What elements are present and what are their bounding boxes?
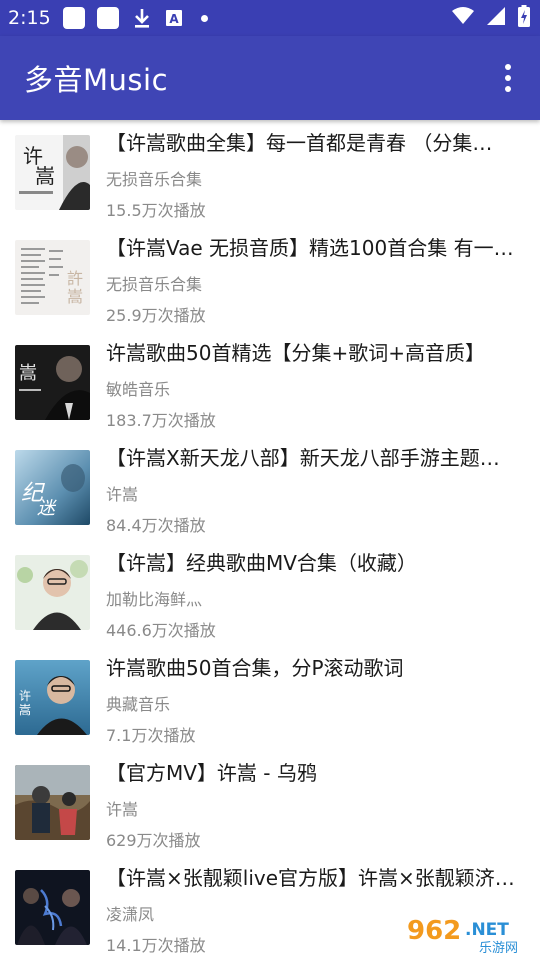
playlist-title: 许嵩歌曲50首合集，分P滚动歌词 — [106, 656, 404, 680]
play-count: 446.6万次播放 — [106, 621, 216, 640]
playlist-author: 加勒比海鲜灬 — [106, 590, 203, 609]
play-count: 7.1万次播放 — [106, 726, 196, 745]
playlist-author: 许嵩 — [106, 800, 139, 819]
playlist-title: 【官方MV】许嵩 - 乌鸦 — [106, 761, 317, 785]
svg-text:乐游网: 乐游网 — [479, 941, 518, 955]
playlist-title: 【许嵩】经典歌曲MV合集（收藏） — [106, 551, 417, 575]
playlist-title: 【许嵩歌曲全集】每一首都是青春 （分集… — [106, 131, 493, 155]
list-item[interactable]: 【官方MV】许嵩 - 乌鸦 许嵩 629万次播放 — [0, 750, 540, 855]
status-time: 2:15 — [8, 7, 51, 29]
playlist-cover: 纪 迷 — [15, 450, 90, 525]
playlist-author: 典藏音乐 — [106, 695, 171, 714]
list-item[interactable]: 许 嵩 许嵩歌曲50首合集，分P滚动歌词 典藏音乐 7.1万次播放 — [0, 645, 540, 750]
playlist-cover: 嵩 — [15, 345, 90, 420]
playlist-title: 许嵩歌曲50首精选【分集+歌词+高音质】 — [106, 341, 485, 365]
svg-text:嵩: 嵩 — [19, 363, 37, 384]
battery-icon — [518, 5, 530, 31]
play-count: 84.4万次播放 — [106, 516, 206, 535]
playlist-title: 【许嵩X新天龙八部】新天龙八部手游主题… — [106, 446, 500, 470]
status-bar: 2:15 A — [0, 0, 540, 36]
svg-text:嵩: 嵩 — [67, 287, 83, 306]
playlist-title: 【许嵩×张靓颖live官方版】许嵩×张靓颖济… — [106, 866, 515, 890]
svg-text:962: 962 — [407, 916, 461, 946]
playlist-author: 无损音乐合集 — [106, 275, 203, 294]
list-item[interactable]: 许 嵩 【许嵩歌曲全集】每一首都是青春 （分集… 无损音乐合集 15.5万次播放 — [0, 120, 540, 225]
watermark-logo: 962 .NET 乐游网 — [400, 910, 535, 956]
keyboard-a-icon: A — [165, 7, 183, 29]
playlist-author: 敏皓音乐 — [106, 380, 171, 399]
play-count: 183.7万次播放 — [106, 411, 216, 430]
playlist-author: 凌潇凤 — [106, 905, 155, 924]
svg-text:嵩: 嵩 — [19, 703, 31, 717]
playlist-cover: 許 嵩 — [15, 240, 90, 315]
playlist-cover — [15, 870, 90, 945]
svg-text:.NET: .NET — [465, 920, 509, 940]
list-item[interactable]: 許 嵩 【许嵩Vae 无损音质】精选100首合集 有一… 无损音乐合集 25.9… — [0, 225, 540, 330]
app-bar: 多音Music — [0, 36, 540, 120]
svg-text:A: A — [169, 12, 179, 26]
list-item[interactable]: 【许嵩】经典歌曲MV合集（收藏） 加勒比海鲜灬 446.6万次播放 — [0, 540, 540, 645]
app-title: 多音Music — [24, 63, 169, 97]
play-count: 25.9万次播放 — [106, 306, 206, 325]
list-item[interactable]: 嵩 许嵩歌曲50首精选【分集+歌词+高音质】 敏皓音乐 183.7万次播放 — [0, 330, 540, 435]
playlist-author: 许嵩 — [106, 485, 139, 504]
playlist-list: 许 嵩 【许嵩歌曲全集】每一首都是青春 （分集… 无损音乐合集 15.5万次播放 — [0, 120, 540, 960]
svg-text:許: 許 — [67, 269, 83, 288]
status-indicators — [440, 5, 530, 31]
more-vert-icon[interactable] — [496, 58, 520, 98]
playlist-author: 无损音乐合集 — [106, 170, 203, 189]
play-count: 629万次播放 — [106, 831, 201, 850]
svg-text:许: 许 — [19, 689, 31, 703]
playlist-cover — [15, 555, 90, 630]
svg-text:嵩: 嵩 — [35, 164, 55, 188]
svg-text:迷: 迷 — [37, 498, 57, 519]
playlist-cover: 许 嵩 — [15, 135, 90, 210]
notification-icon — [96, 7, 119, 29]
play-count: 14.1万次播放 — [106, 936, 206, 955]
wifi-icon — [452, 7, 474, 29]
list-item[interactable]: 纪 迷 【许嵩X新天龙八部】新天龙八部手游主题… 许嵩 84.4万次播放 — [0, 435, 540, 540]
notification-dot-icon — [200, 14, 208, 22]
play-count: 15.5万次播放 — [106, 201, 206, 220]
notification-icon — [62, 7, 85, 29]
download-icon — [133, 7, 151, 29]
signal-icon — [486, 6, 506, 30]
playlist-cover — [15, 765, 90, 840]
playlist-title: 【许嵩Vae 无损音质】精选100首合集 有一… — [106, 236, 514, 260]
playlist-cover: 许 嵩 — [15, 660, 90, 735]
